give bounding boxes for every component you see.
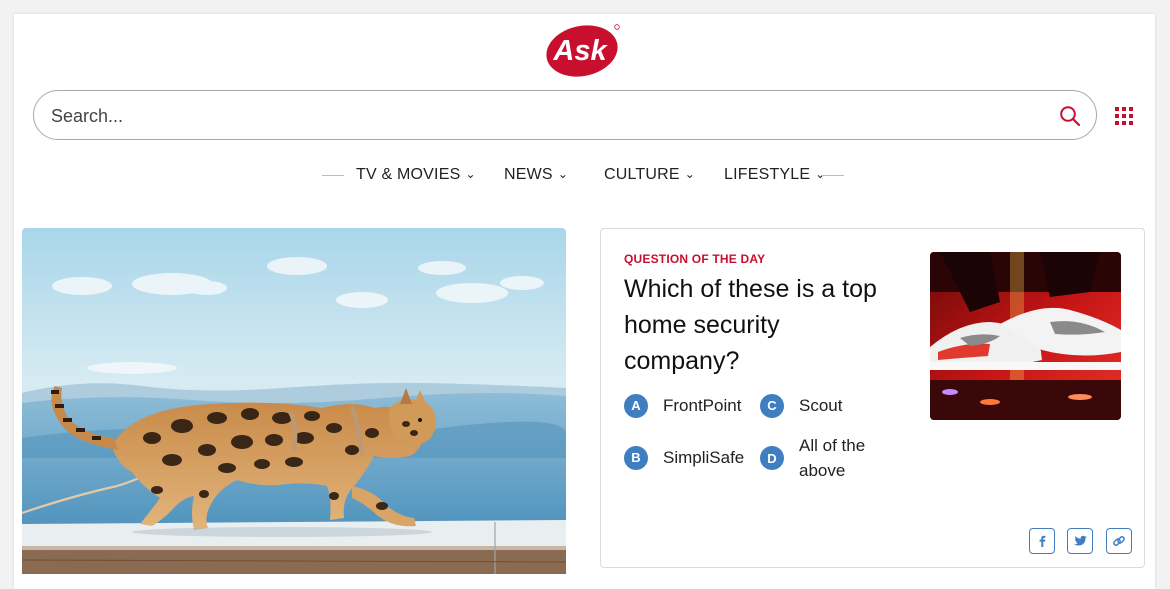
nav-item-label: NEWS xyxy=(504,166,553,183)
search-bar xyxy=(33,90,1097,140)
twitter-icon xyxy=(1073,535,1087,546)
chevron-down-icon: ⌄ xyxy=(815,167,826,181)
option-letter-badge: D xyxy=(760,446,784,470)
nav-item-label: TV & MOVIES xyxy=(356,166,461,183)
share-twitter-button[interactable] xyxy=(1067,528,1093,554)
option-text: Scout xyxy=(799,396,843,415)
nav-item-tv-movies[interactable]: TV & MOVIES ⌄ xyxy=(356,166,476,184)
nav-item-label: LIFESTYLE xyxy=(724,166,811,183)
ask-logo[interactable]: Ask xyxy=(545,22,621,78)
nav-item-label: CULTURE xyxy=(604,166,680,183)
share-facebook-button[interactable] xyxy=(1029,528,1055,554)
nav-divider-right xyxy=(822,175,844,176)
option-text: FrontPoint xyxy=(663,396,742,415)
nav-item-news[interactable]: NEWS ⌄ xyxy=(504,166,568,184)
logo-text: Ask xyxy=(552,35,608,67)
search-icon[interactable] xyxy=(1058,104,1082,128)
option-letter-badge: A xyxy=(624,393,648,418)
chevron-down-icon: ⌄ xyxy=(557,167,569,181)
answer-option-c[interactable]: C Scout xyxy=(760,393,842,418)
option-text: All of the above xyxy=(799,436,866,480)
option-letter-badge: C xyxy=(760,393,784,418)
answer-option-d[interactable]: D All of the above xyxy=(760,433,889,483)
hero-image[interactable] xyxy=(22,228,566,574)
chevron-down-icon: ⌄ xyxy=(684,167,696,181)
question-of-the-day-card: QUESTION OF THE DAY Which of these is a … xyxy=(600,228,1145,568)
nav-item-culture[interactable]: CULTURE ⌄ xyxy=(604,166,695,184)
qotd-question: Which of these is a top home security co… xyxy=(624,275,877,375)
answer-option-a[interactable]: A FrontPoint xyxy=(624,393,741,418)
option-text: SimpliSafe xyxy=(663,448,745,467)
apps-grid-icon[interactable] xyxy=(1115,107,1133,125)
page: Ask TV & MOVIES ⌄ NEWS ⌄ CULTURE ⌄ LIFESTYL… xyxy=(14,14,1155,589)
search-input[interactable] xyxy=(51,104,1031,128)
category-nav: TV & MOVIES ⌄ NEWS ⌄ CULTURE ⌄ LIFESTYLE ⌄ xyxy=(14,160,1155,192)
option-letter-badge: B xyxy=(624,445,648,470)
question-image xyxy=(930,252,1121,420)
copy-link-button[interactable] xyxy=(1106,528,1132,554)
answer-option-b[interactable]: B SimpliSafe xyxy=(624,445,744,470)
qotd-kicker: QUESTION OF THE DAY xyxy=(624,252,766,266)
link-icon xyxy=(1113,536,1125,546)
nav-item-lifestyle[interactable]: LIFESTYLE ⌄ xyxy=(724,166,826,184)
nav-divider-left xyxy=(322,175,344,176)
facebook-icon xyxy=(1039,535,1046,547)
chevron-down-icon: ⌄ xyxy=(465,167,476,181)
